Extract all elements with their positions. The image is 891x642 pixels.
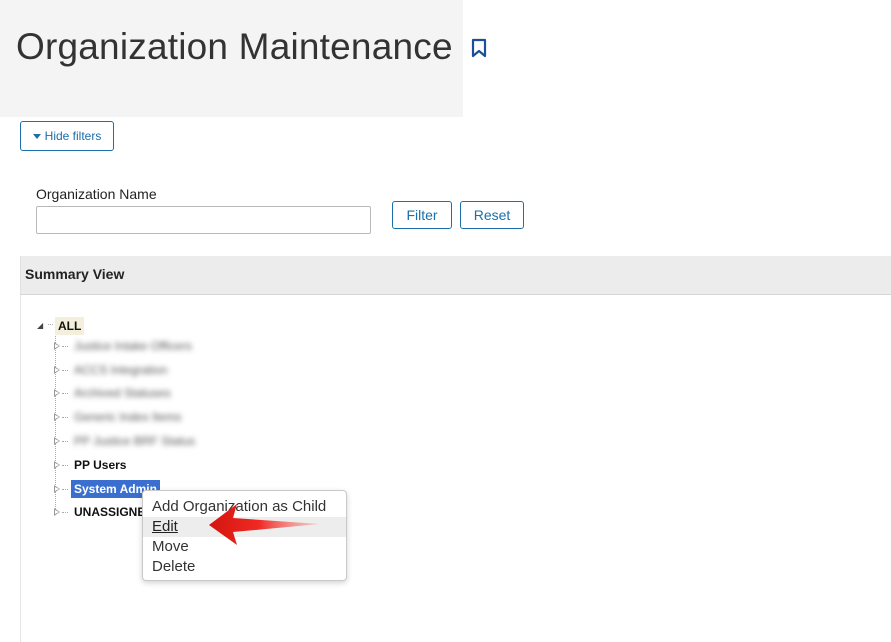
- tree-connector: [48, 324, 53, 325]
- organization-name-input[interactable]: [36, 206, 371, 234]
- expand-toggle-icon[interactable]: [54, 342, 60, 350]
- tree-node[interactable]: PP Justice BRF Status: [71, 432, 198, 450]
- organization-name-label: Organization Name: [36, 186, 157, 202]
- collapse-toggle-icon[interactable]: ◢: [37, 321, 43, 330]
- summary-view-header: Summary View: [20, 256, 891, 295]
- expand-toggle-icon[interactable]: [54, 389, 60, 397]
- page-title: Organization Maintenance: [16, 26, 453, 67]
- menu-item-delete[interactable]: Delete: [143, 557, 346, 577]
- expand-toggle-icon[interactable]: [54, 461, 60, 469]
- tree-node[interactable]: Generic Index Items: [71, 408, 184, 426]
- hide-filters-button[interactable]: Hide filters: [20, 121, 114, 151]
- caret-down-icon: [32, 133, 41, 139]
- bookmark-icon[interactable]: [470, 38, 488, 58]
- expand-toggle-icon[interactable]: [54, 437, 60, 445]
- expand-toggle-icon[interactable]: [54, 366, 60, 374]
- expand-toggle-icon[interactable]: [54, 485, 60, 493]
- tree-connector: [62, 512, 68, 513]
- tree-node-pp-users[interactable]: PP Users: [71, 456, 129, 474]
- tree-connector: [62, 417, 68, 418]
- tree-connector: [62, 489, 68, 490]
- tree-connector: [62, 370, 68, 371]
- reset-button[interactable]: Reset: [460, 201, 524, 229]
- tree-node-all[interactable]: ALL: [55, 317, 85, 335]
- tree-node[interactable]: ACCS Integration: [71, 361, 170, 379]
- tree-connector: [62, 393, 68, 394]
- title-panel: Organization Maintenance: [0, 0, 463, 117]
- tree-connector: [62, 346, 68, 347]
- expand-toggle-icon[interactable]: [54, 413, 60, 421]
- tree-node[interactable]: Justice Intake Officers: [71, 337, 195, 355]
- hide-filters-label: Hide filters: [44, 129, 102, 143]
- tree-connector: [62, 441, 68, 442]
- filter-button[interactable]: Filter: [392, 201, 452, 229]
- tree-node[interactable]: Archived Statuses: [71, 384, 174, 402]
- red-pointer-arrow-icon: [209, 504, 320, 545]
- tree-connector: [62, 465, 68, 466]
- expand-toggle-icon[interactable]: [54, 508, 60, 516]
